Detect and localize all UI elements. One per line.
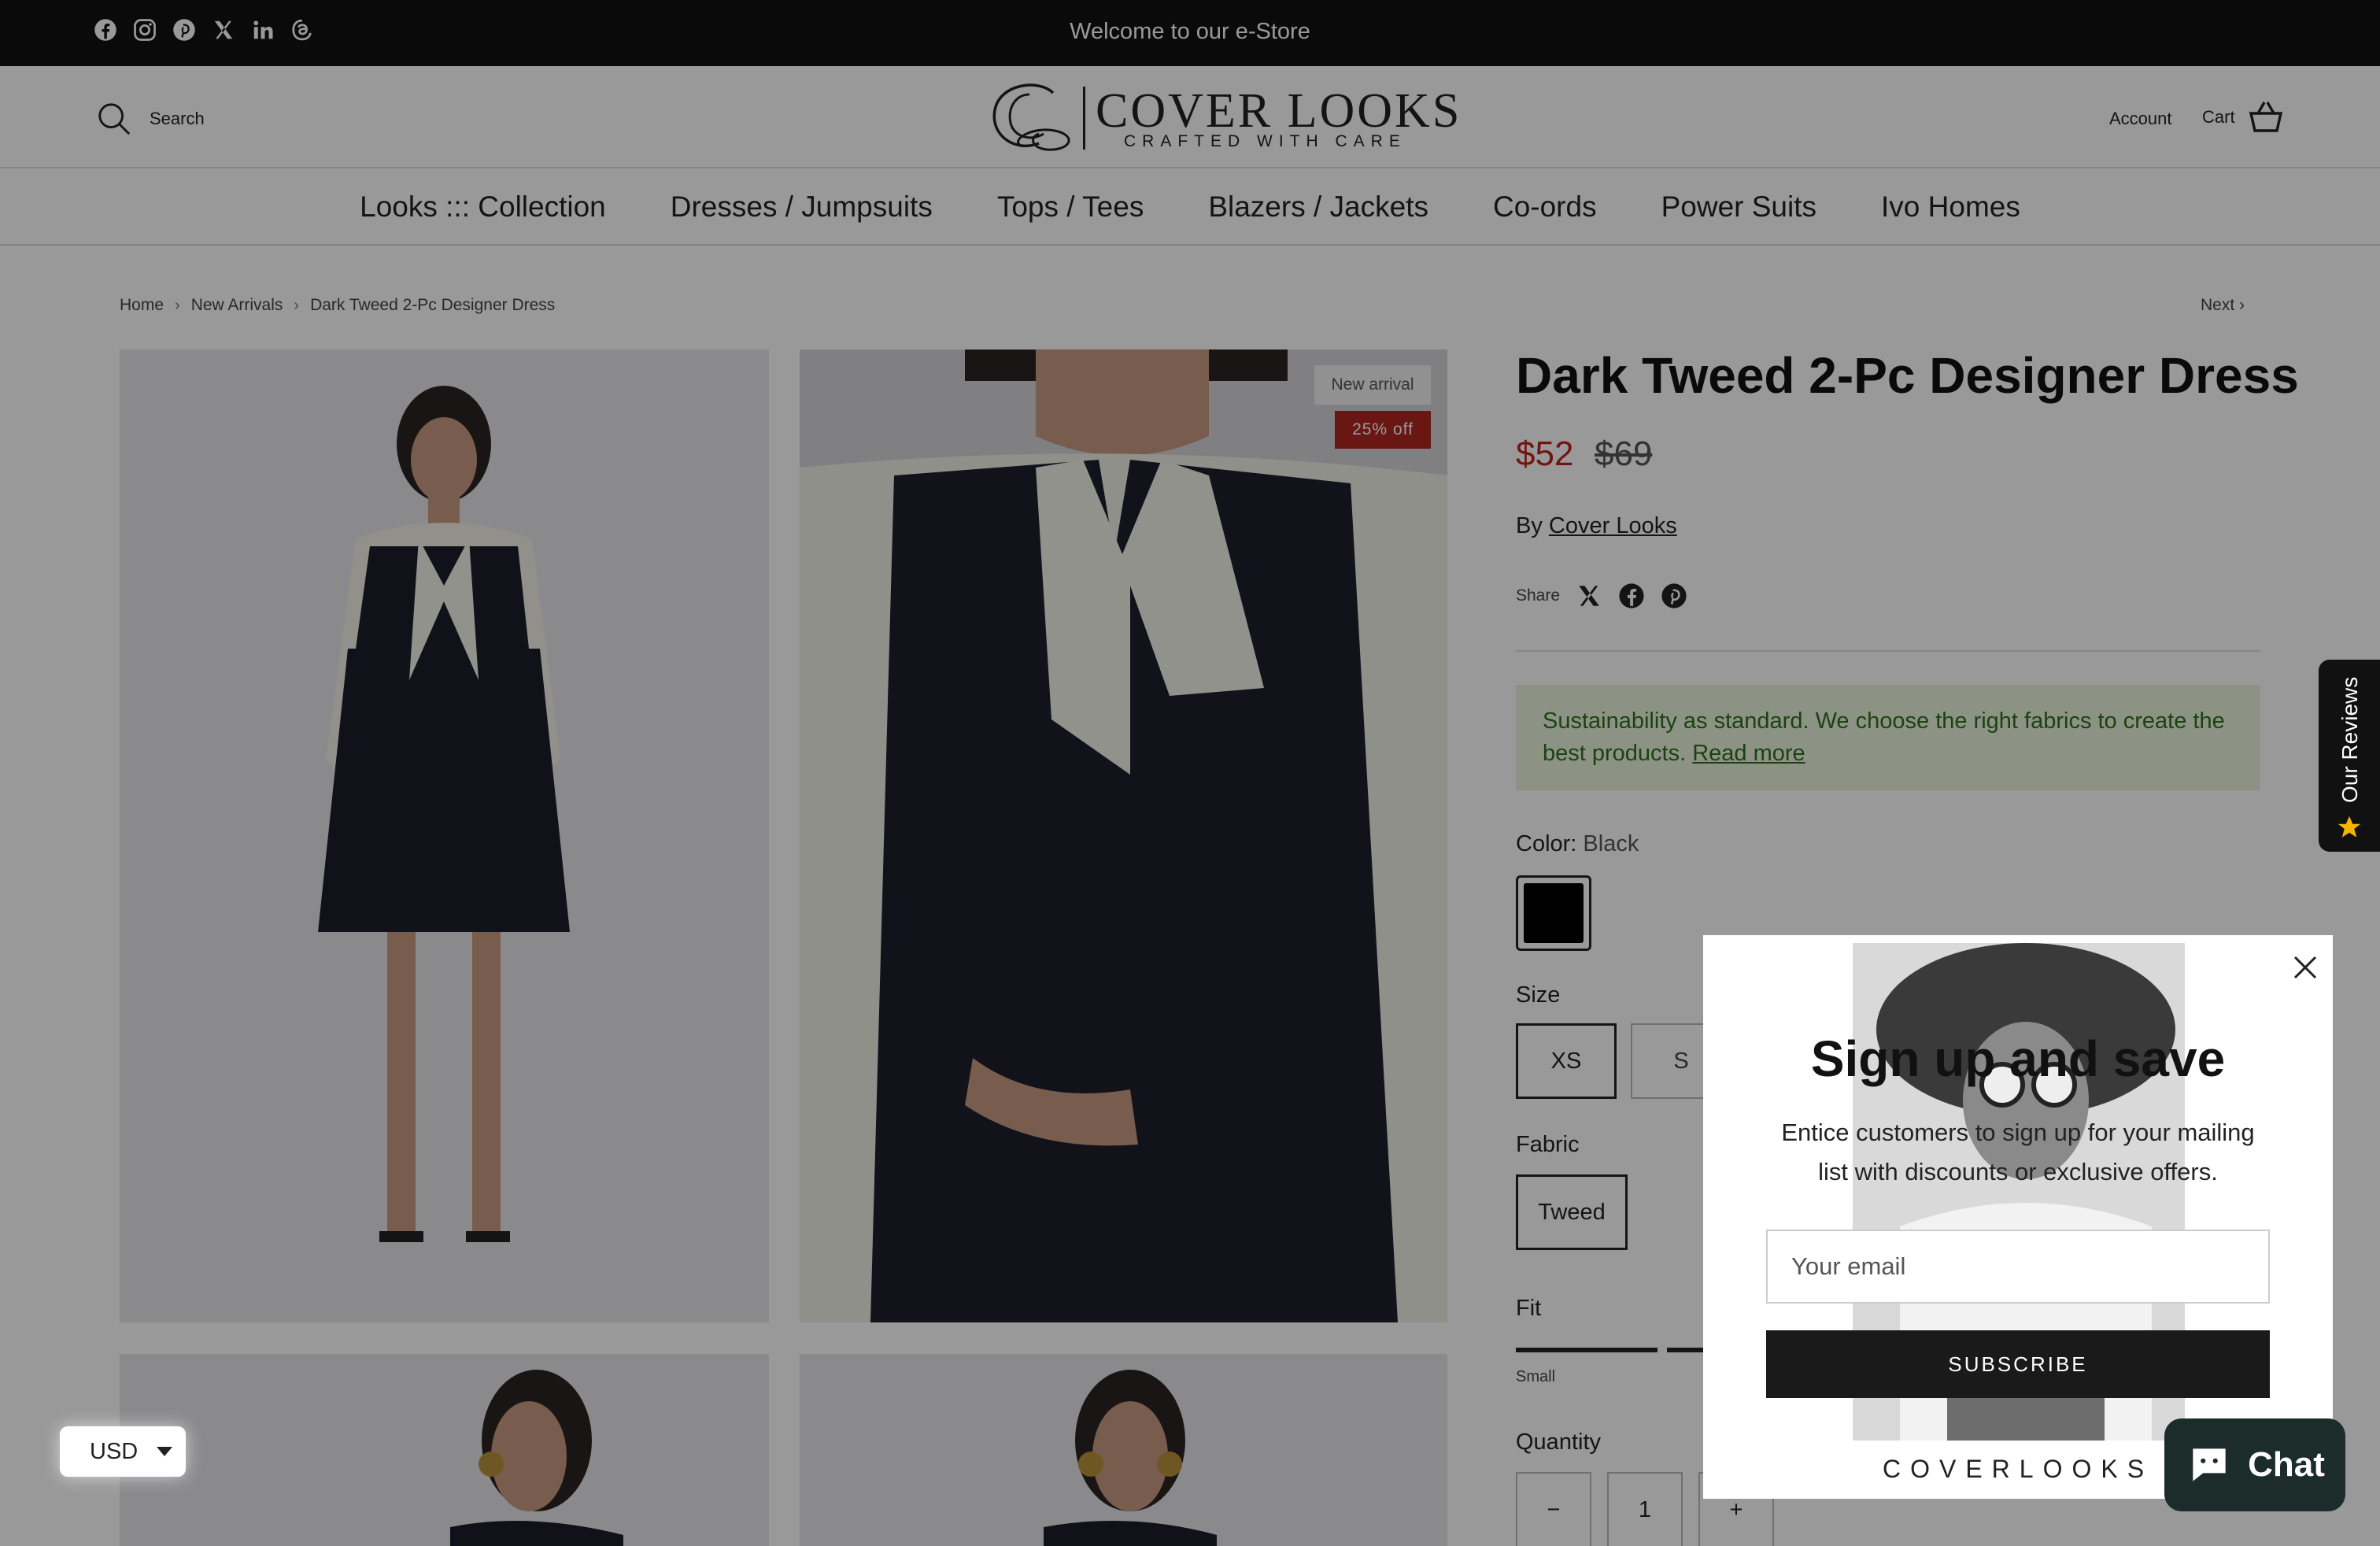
subscribe-button[interactable]: SUBSCRIBE	[1766, 1330, 2270, 1398]
chat-bubble-icon	[2193, 1448, 2226, 1481]
currency-selector[interactable]: USD	[60, 1426, 186, 1477]
popup-title: Sign up and save	[1810, 1030, 2226, 1087]
reviews-tab[interactable]: Our Reviews	[2319, 660, 2380, 852]
popup-subtitle: Entice customers to sign up for your mai…	[1781, 1119, 2255, 1185]
reviews-tab-label: Our Reviews	[2338, 676, 2362, 803]
caret-down-icon	[157, 1447, 173, 1456]
star-icon	[2338, 816, 2361, 838]
currency-value: USD	[90, 1438, 139, 1464]
chat-label: Chat	[2248, 1445, 2325, 1484]
chat-button[interactable]: Chat	[2164, 1418, 2345, 1511]
close-icon	[2293, 956, 2317, 979]
page: Welcome to our e-Store Search COVER LOOK…	[0, 0, 2380, 1546]
close-popup-button[interactable]	[2289, 951, 2322, 984]
email-field[interactable]: Your email	[1766, 1230, 2270, 1304]
signup-popup: Sign up and save Entice customers to sig…	[1703, 935, 2333, 1499]
